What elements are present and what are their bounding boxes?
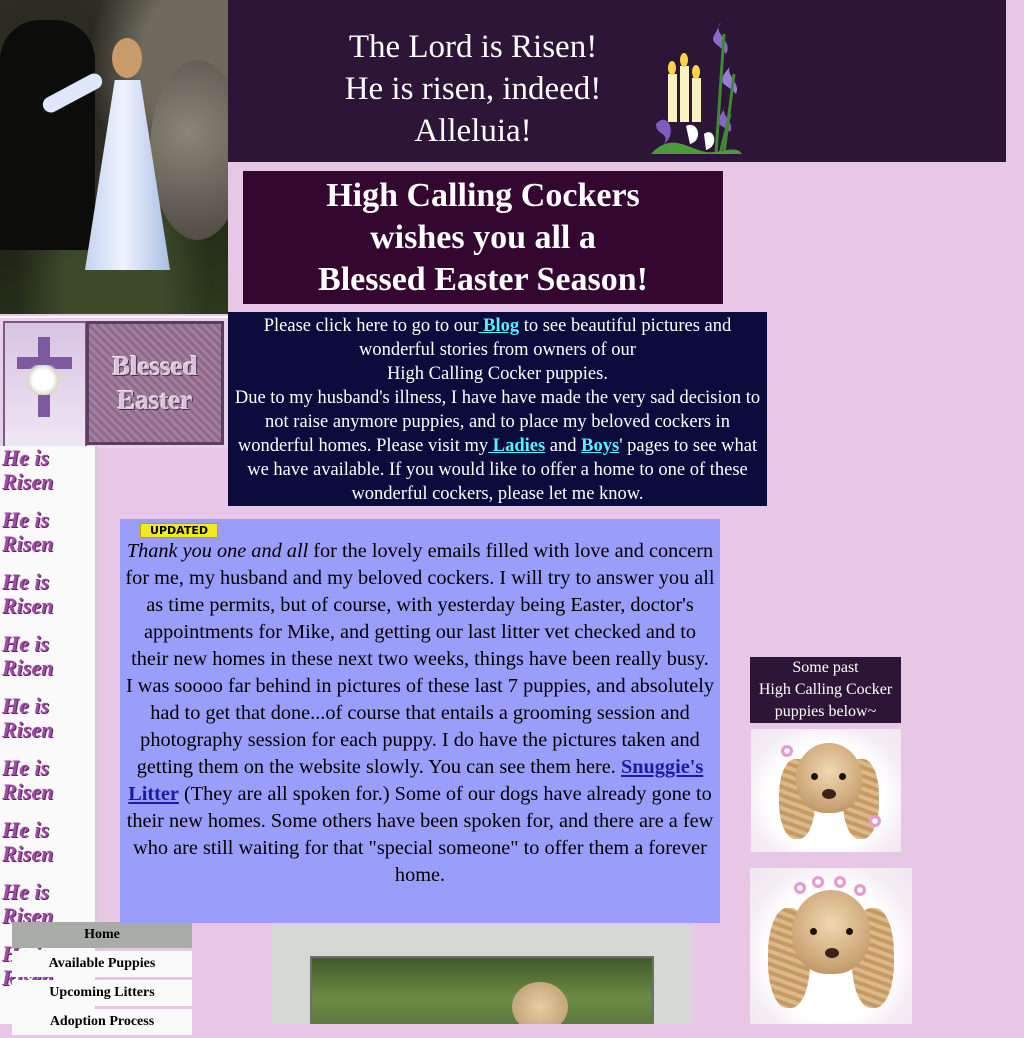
header-line-2: He is risen, indeed! — [344, 71, 602, 107]
info-box: Please click here to go to our Blog to s… — [228, 312, 767, 506]
nav-available-puppies[interactable]: Available Puppies — [12, 951, 192, 977]
blessed-easter-line1: Blessed — [112, 351, 198, 381]
greeting-line-1: High Calling Cockers — [326, 176, 640, 214]
risen-tile: He isRisen — [2, 569, 54, 618]
blessed-easter-plaque: Blessed Easter — [86, 321, 224, 445]
puppy-thumbnail-2[interactable] — [750, 868, 912, 1024]
boys-link[interactable]: Boys — [581, 436, 619, 456]
risen-tile: He isRisen — [2, 507, 54, 556]
info-paragraph-2: Due to my husband's illness, I have have… — [234, 388, 761, 504]
risen-tile: He isRisen — [2, 755, 54, 804]
risen-tile: He isRisen — [2, 631, 54, 680]
risen-tile: He isRisen — [2, 446, 54, 494]
blessed-easter-graphic: Blessed Easter — [0, 316, 228, 449]
nav-adoption-process[interactable]: Adoption Process — [12, 1009, 192, 1035]
risen-jesus-image — [0, 0, 228, 314]
updates-box: UPDATED Thank you one and all for the lo… — [120, 519, 720, 923]
puppy-photo-frame — [272, 926, 692, 1024]
greeting-line-3: Blessed Easter Season! — [318, 260, 648, 298]
header-text: The Lord is Risen! He is risen, indeed! … — [288, 26, 658, 152]
ladies-link[interactable]: Ladies — [488, 436, 545, 456]
easter-candles-irises-icon — [651, 22, 742, 155]
cross-lily-card — [3, 321, 87, 449]
updates-paragraph-2: I was soooo far behind in pictures of th… — [125, 675, 715, 886]
nav-home[interactable]: Home — [12, 922, 192, 948]
puppy-thumbnail-1[interactable] — [751, 729, 901, 852]
nav-menu: Home Available Puppies Upcoming Litters … — [12, 922, 192, 1038]
blessed-easter-line2: Easter — [117, 385, 193, 415]
blog-link[interactable]: Blog — [478, 316, 519, 336]
greeting-box: High Calling Cockers wishes you all a Bl… — [243, 171, 723, 304]
past-puppies-label: Some past High Calling Cocker puppies be… — [750, 657, 901, 723]
updated-badge: UPDATED — [140, 523, 218, 538]
header-line-1: The Lord is Risen! — [348, 29, 598, 65]
risen-tile: He isRisen — [2, 693, 54, 742]
info-paragraph-1: Please click here to go to our Blog to s… — [263, 316, 732, 384]
header-line-3: Alleluia! — [414, 113, 532, 149]
risen-tile: He isRisen — [2, 817, 54, 866]
nav-upcoming-litters[interactable]: Upcoming Litters — [12, 980, 192, 1006]
header-banner: The Lord is Risen! He is risen, indeed! … — [228, 0, 1006, 162]
updates-paragraph-1: Thank you one and all for the lovely ema… — [125, 540, 715, 670]
greeting-line-2: wishes you all a — [370, 218, 596, 256]
